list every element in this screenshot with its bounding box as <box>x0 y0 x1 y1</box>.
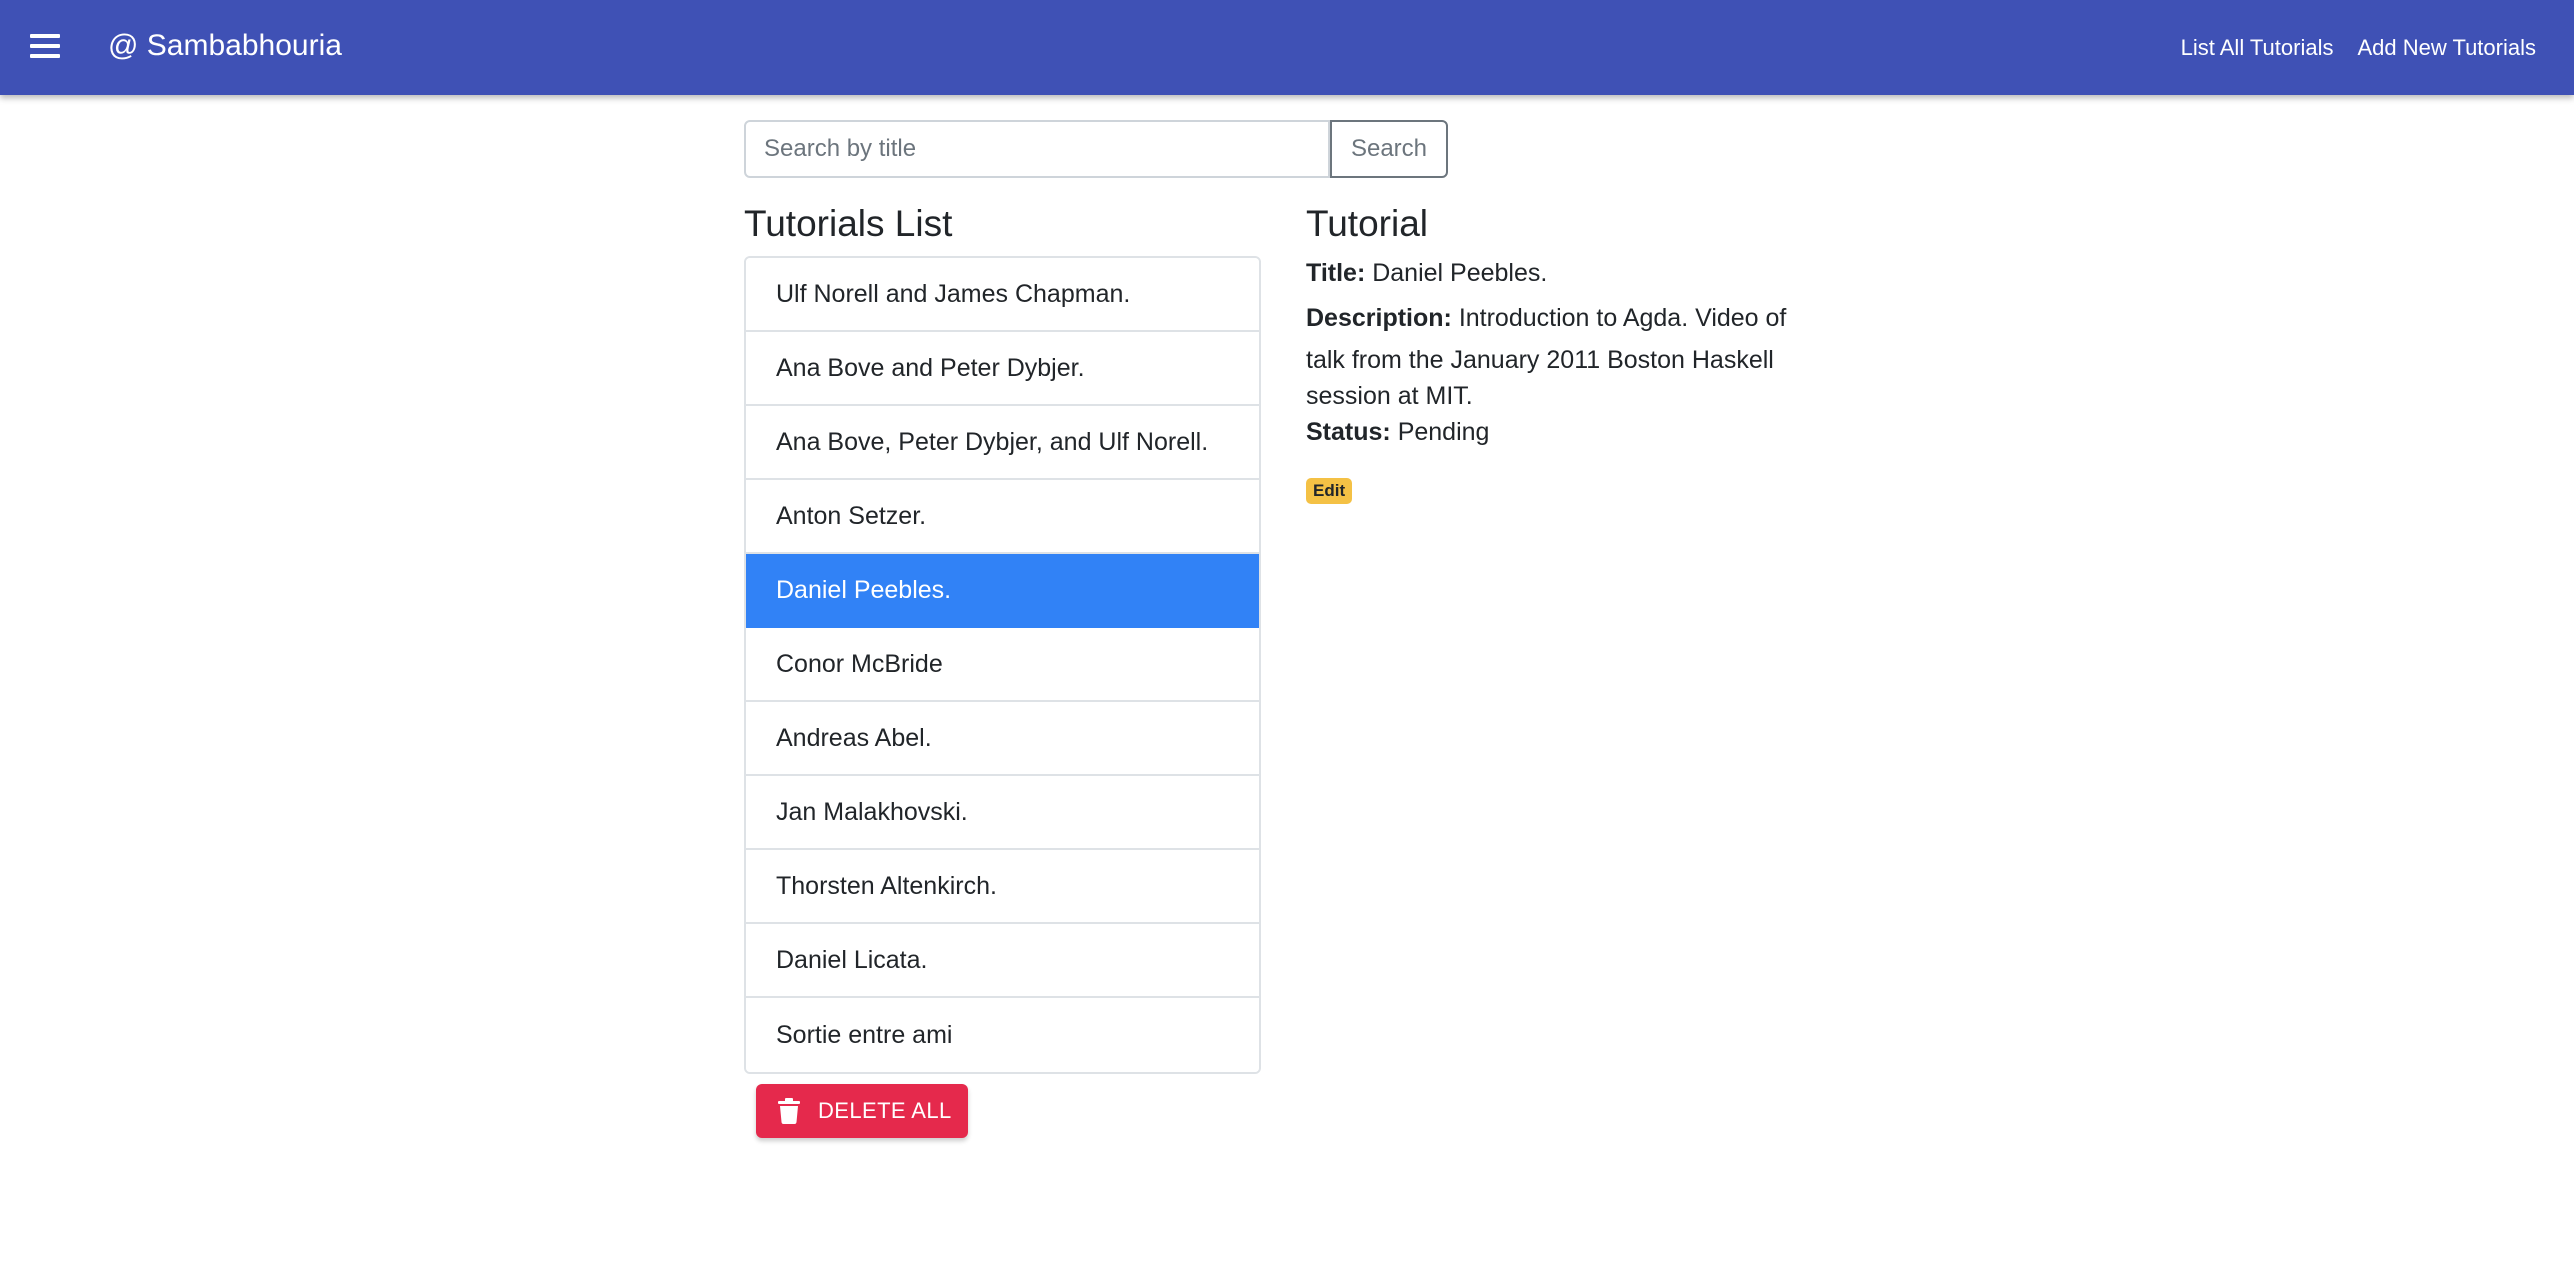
tutorial-list-item[interactable]: Daniel Peebles. <box>746 554 1259 628</box>
description-value-rest: talk from the January 2011 Boston Haskel… <box>1306 346 1774 410</box>
title-label: Title: <box>1306 259 1366 287</box>
tutorial-list-item[interactable]: Jan Malakhovski. <box>746 776 1259 850</box>
top-app-bar: @ Sambabhouria List All Tutorials Add Ne… <box>0 0 2574 95</box>
tutorial-list-item[interactable]: Daniel Licata. <box>746 924 1259 998</box>
status-label: Status: <box>1306 418 1391 446</box>
tutorial-list-item[interactable]: Ulf Norell and James Chapman. <box>746 258 1259 332</box>
top-nav: List All Tutorials Add New Tutorials <box>2181 32 2536 64</box>
tutorial-title-row: Title: Daniel Peebles. <box>1306 252 1826 294</box>
tutorial-list-item[interactable]: Ana Bove, Peter Dybjer, and Ulf Norell. <box>746 406 1259 480</box>
delete-all-label: DELETE ALL <box>818 1098 952 1123</box>
tutorial-list-item[interactable]: Anton Setzer. <box>746 480 1259 554</box>
tutorial-list-item[interactable]: Thorsten Altenkirch. <box>746 850 1259 924</box>
title-value: Daniel Peebles. <box>1372 259 1548 287</box>
page: @ Sambabhouria List All Tutorials Add Ne… <box>0 0 2574 1262</box>
description-label: Description: <box>1306 304 1452 332</box>
trash-icon <box>778 1098 800 1124</box>
tutorial-list-item[interactable]: Andreas Abel. <box>746 702 1259 776</box>
description-value-line1: Introduction to Agda. Video of <box>1458 304 1787 332</box>
tutorial-list-item[interactable]: Ana Bove and Peter Dybjer. <box>746 332 1259 406</box>
search-button[interactable]: Search <box>1330 120 1448 178</box>
hamburger-menu-icon[interactable] <box>30 34 64 60</box>
delete-all-button[interactable]: DELETE ALL <box>756 1084 968 1138</box>
tutorial-list-item[interactable]: Conor McBride <box>746 628 1259 702</box>
tutorial-list-item[interactable]: Sortie entre ami <box>746 998 1259 1072</box>
tutorial-description-row: Description: Introduction to Agda. Video… <box>1306 294 1826 414</box>
tutorial-heading: Tutorial <box>1306 203 1429 244</box>
tutorials-list-heading: Tutorials List <box>744 203 953 244</box>
search-input[interactable] <box>744 120 1330 178</box>
nav-list-all-tutorials[interactable]: List All Tutorials <box>2181 32 2334 64</box>
nav-add-new-tutorials[interactable]: Add New Tutorials <box>2357 32 2536 64</box>
edit-badge[interactable]: Edit <box>1306 478 1353 504</box>
tutorial-detail: Title: Daniel Peebles. Description: Intr… <box>1306 252 1826 450</box>
status-value: Pending <box>1397 418 1490 446</box>
tutorial-status-row: Status: Pending <box>1306 414 1826 450</box>
tutorials-list: Ulf Norell and James Chapman. Ana Bove an… <box>744 256 1261 1074</box>
brand-title[interactable]: @ Sambabhouria <box>108 26 342 66</box>
